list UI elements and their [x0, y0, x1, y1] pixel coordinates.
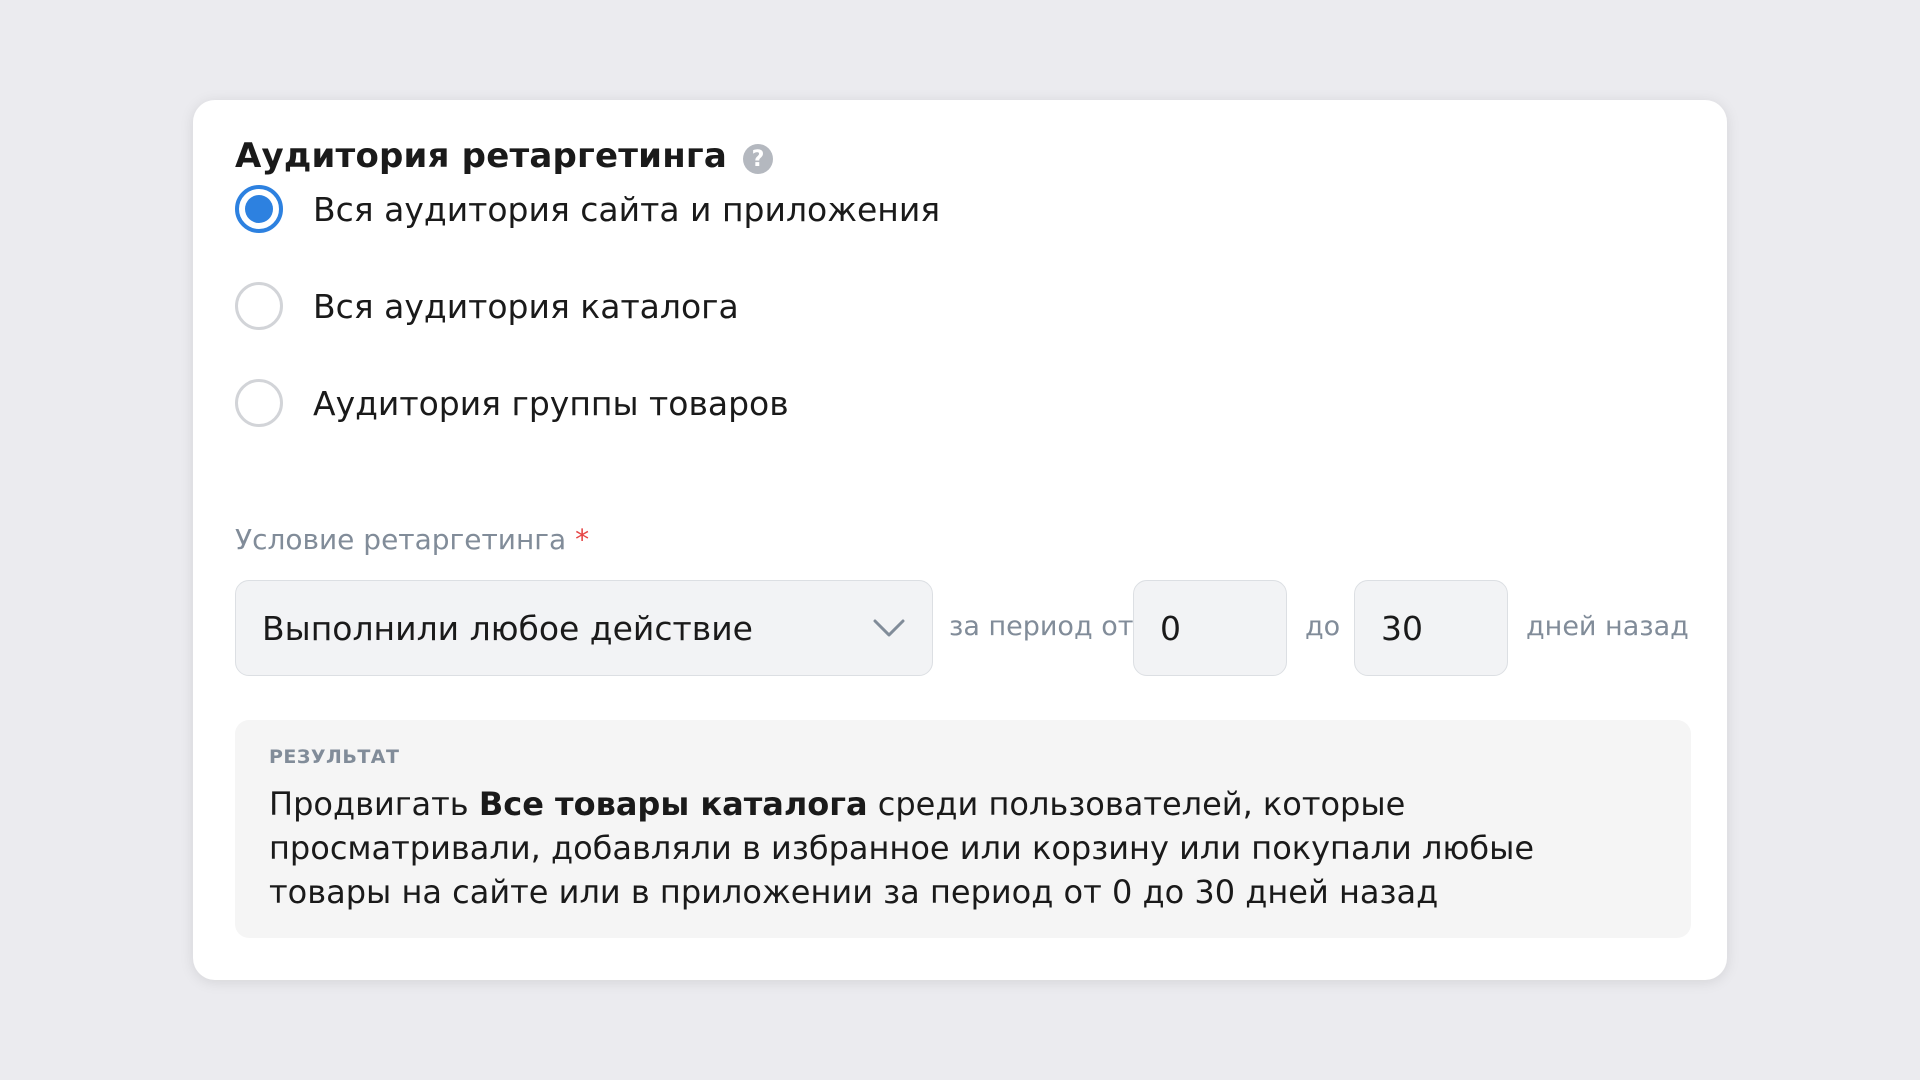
period-from-input[interactable] — [1133, 580, 1287, 676]
required-asterisk: * — [575, 523, 590, 556]
radio-option-catalog[interactable]: Вся аудитория каталога — [235, 282, 739, 330]
result-text-highlight: Все товары каталога — [478, 785, 868, 823]
question-mark-icon[interactable]: ? — [743, 144, 773, 174]
result-text-prefix: Продвигать — [269, 785, 479, 823]
radio-button-checked[interactable] — [235, 185, 283, 233]
condition-select-value: Выполнили любое действие — [262, 608, 753, 648]
section-title: Аудитория ретаргетинга — [235, 136, 727, 176]
radio-label: Вся аудитория каталога — [313, 286, 739, 326]
condition-select[interactable]: Выполнили любое действие — [235, 580, 933, 676]
radio-button[interactable] — [235, 282, 283, 330]
radio-label: Аудитория группы товаров — [313, 383, 789, 423]
result-description: Продвигать Все товары каталога среди пол… — [269, 782, 1589, 914]
section-header: Аудитория ретаргетинга ? — [235, 136, 773, 176]
days-ago-label: дней назад — [1526, 611, 1689, 642]
period-from-label: за период от — [949, 611, 1134, 642]
period-to-input[interactable] — [1354, 580, 1508, 676]
condition-field-label: Условие ретаргетинга * — [235, 523, 589, 556]
radio-label: Вся аудитория сайта и приложения — [313, 189, 941, 229]
condition-label-text: Условие ретаргетинга — [235, 523, 567, 556]
chevron-down-icon — [873, 619, 905, 637]
result-panel: РЕЗУЛЬТАТ Продвигать Все товары каталога… — [235, 720, 1691, 938]
period-to-label: до — [1305, 611, 1341, 642]
retargeting-audience-card: Аудитория ретаргетинга ? Вся аудитория с… — [193, 100, 1727, 980]
radio-option-product-group[interactable]: Аудитория группы товаров — [235, 379, 789, 427]
radio-button[interactable] — [235, 379, 283, 427]
radio-option-site-and-app[interactable]: Вся аудитория сайта и приложения — [235, 185, 940, 233]
result-caption: РЕЗУЛЬТАТ — [269, 746, 400, 768]
